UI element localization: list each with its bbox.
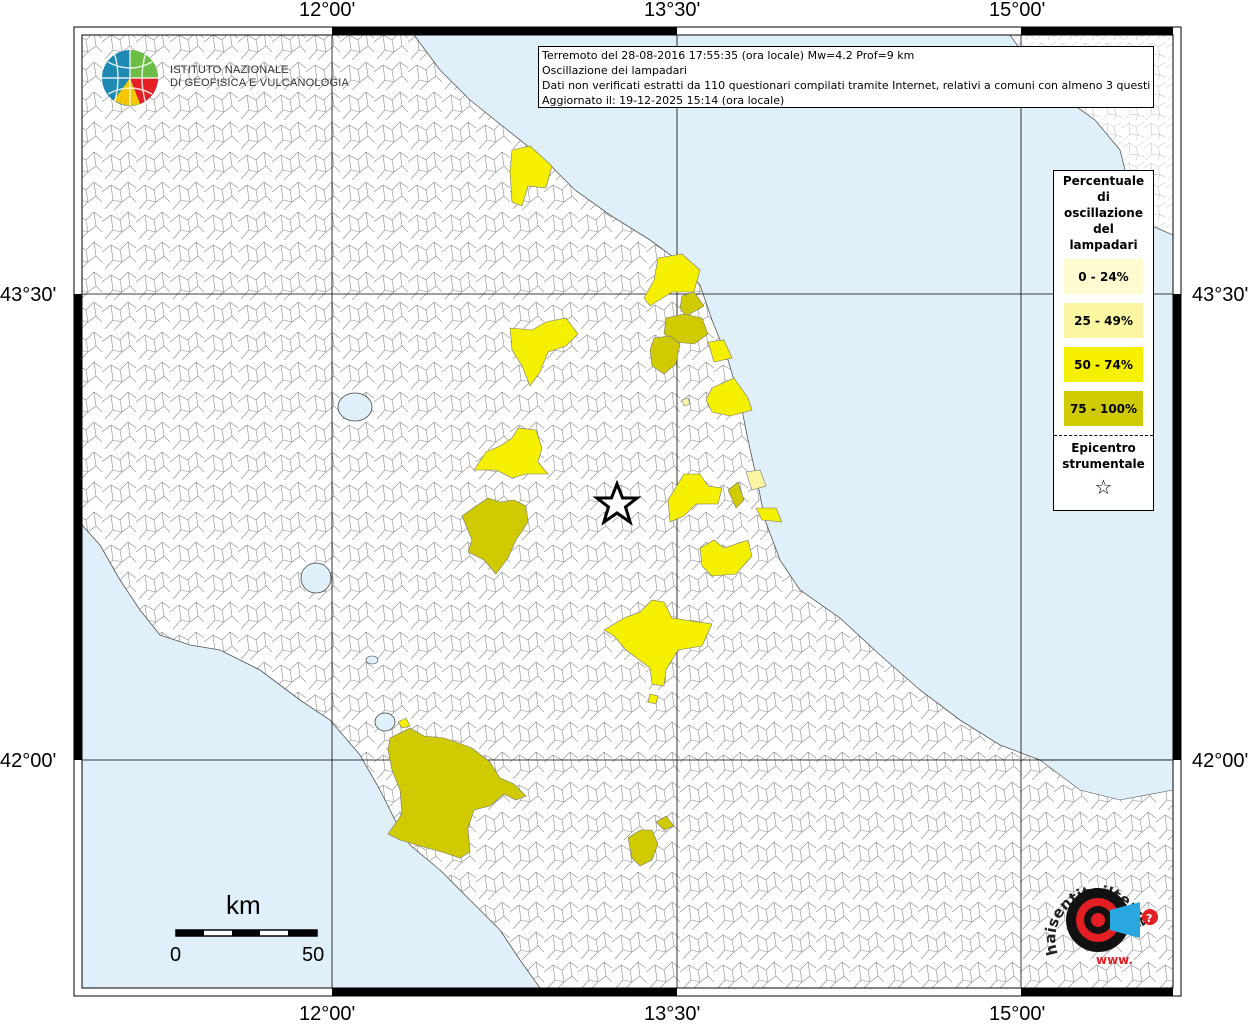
- lon-label-top-2: 13°30': [644, 0, 701, 21]
- scale-start: 0: [170, 944, 182, 966]
- legend-title-line: Percentuale: [1062, 174, 1145, 188]
- legend-title-line: di: [1097, 190, 1110, 204]
- municipality-class-2: [705, 377, 753, 417]
- municipality-class-3: [387, 727, 527, 859]
- legend-class-1: 25 - 49%: [1064, 303, 1143, 338]
- legend-class-label: 75 - 100%: [1069, 401, 1138, 416]
- lat-label-left-1: 43°30': [0, 284, 57, 306]
- municipality-class-3: [627, 829, 659, 867]
- map-subject: Oscillazione dei lampadari: [542, 64, 687, 77]
- municipality-class-2: [603, 599, 713, 687]
- municipality-class-1: [681, 397, 691, 407]
- lat-label-right-1: 43°30': [1192, 284, 1249, 306]
- lon-label-bottom-1: 12°00': [299, 1003, 356, 1025]
- legend-class-label: 0 - 24%: [1078, 269, 1129, 284]
- lat-label-left-2: 42°00': [0, 750, 57, 772]
- municipality-class-3: [727, 481, 745, 509]
- legend-class-label: 50 - 74%: [1074, 357, 1133, 372]
- haisentito-logo: haisentitoilterremoto.it ? www.: [1028, 848, 1166, 972]
- municipality-class-2: [707, 339, 733, 363]
- ingv-globe-icon: [102, 50, 158, 106]
- legend-class-2: 50 - 74%: [1064, 347, 1143, 382]
- earthquake-title: Terremoto del 28-08-2016 17:55:35 (ora l…: [542, 49, 915, 62]
- municipality-class-3: [679, 291, 705, 317]
- logo-line-2: DI GEOFISICA E VULCANOLOGIA: [170, 77, 349, 89]
- ingv-logo: ISTITUTO NAZIONALE DI GEOFISICA E VULCANO…: [100, 48, 349, 108]
- legend-epicenter-label: Epicentro strumentale: [1054, 440, 1153, 472]
- legend-class-3: 75 - 100%: [1064, 391, 1143, 426]
- municipality-class-2: [397, 717, 411, 729]
- legend-title-line: lampadari: [1069, 238, 1138, 252]
- legend-epicenter-line: strumentale: [1062, 457, 1145, 471]
- municipality-class-3: [461, 497, 529, 575]
- legend-epicenter-line: Epicentro: [1071, 441, 1136, 455]
- municipality-class-2: [667, 473, 723, 523]
- earthquake-info-box: Terremoto del 28-08-2016 17:55:35 (ora l…: [538, 46, 1154, 108]
- lon-label-bottom-2: 13°30': [644, 1003, 701, 1025]
- legend-title-line: oscillazione: [1064, 206, 1143, 220]
- municipality-class-2: [509, 145, 553, 207]
- legend-divider: [1054, 435, 1153, 436]
- legend-class-label: 25 - 49%: [1074, 313, 1133, 328]
- legend: Percentuale di oscillazione del lampadar…: [1053, 170, 1154, 511]
- haisentito-icon: haisentitoilterremoto.it ? www.: [1028, 848, 1158, 967]
- municipality-class-1: [745, 469, 767, 491]
- lon-label-top-1: 12°00': [299, 0, 356, 21]
- scale-end: 50: [302, 944, 325, 966]
- legend-star-icon: ☆: [1094, 475, 1113, 499]
- lon-label-top-3: 15°00': [989, 0, 1046, 21]
- municipality-class-2: [509, 317, 579, 387]
- legend-class-0: 0 - 24%: [1064, 259, 1143, 294]
- municipality-class-3: [655, 815, 675, 831]
- scale-unit: km: [226, 890, 261, 920]
- data-note: Dati non verificati estratti da 110 ques…: [542, 79, 1150, 92]
- municipality-class-2: [699, 539, 753, 577]
- municipality-class-2: [473, 427, 549, 479]
- sentito-q: ?: [1146, 912, 1152, 925]
- scale-ruler: [175, 929, 318, 937]
- scale-bar: km 0 50: [160, 890, 340, 970]
- legend-title-line: del: [1093, 222, 1114, 236]
- epicenter-star-icon: [592, 479, 642, 526]
- municipality-class-2: [647, 693, 659, 705]
- lon-label-bottom-3: 15°00': [989, 1003, 1046, 1025]
- legend-title: Percentuale di oscillazione del lampadar…: [1054, 173, 1153, 253]
- municipality-class-2: [755, 507, 783, 523]
- update-timestamp: Aggiornato il: 19-12-2025 15:14 (ora loc…: [542, 94, 785, 107]
- logo-line-1: ISTITUTO NAZIONALE: [170, 64, 289, 76]
- lat-label-right-2: 42°00': [1192, 750, 1249, 772]
- sentito-www: www.: [1096, 953, 1133, 967]
- municipality-class-3: [649, 335, 681, 375]
